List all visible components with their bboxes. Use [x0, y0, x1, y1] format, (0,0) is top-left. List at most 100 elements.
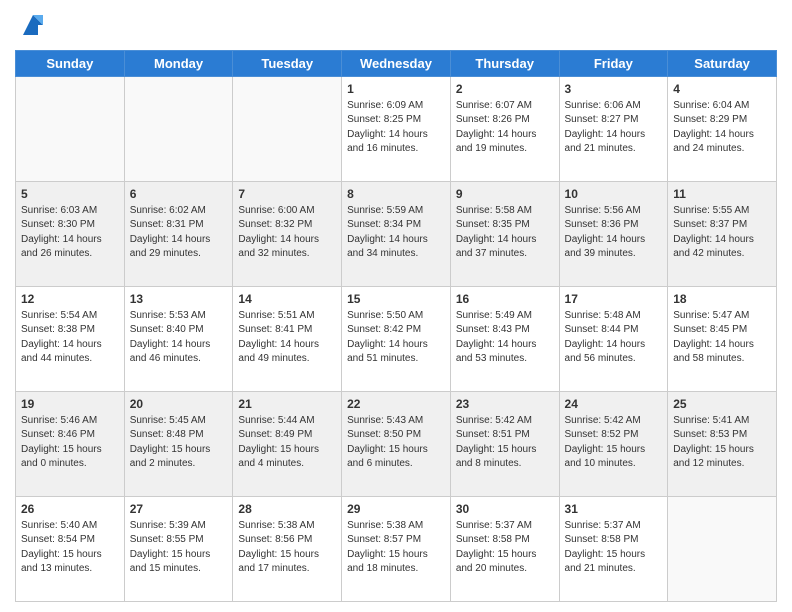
calendar-cell-14: 14Sunrise: 5:51 AM Sunset: 8:41 PM Dayli…	[233, 287, 342, 392]
day-number: 13	[130, 291, 228, 308]
calendar-cell-9: 9Sunrise: 5:58 AM Sunset: 8:35 PM Daylig…	[450, 182, 559, 287]
calendar-cell-empty	[233, 77, 342, 182]
calendar-cell-25: 25Sunrise: 5:41 AM Sunset: 8:53 PM Dayli…	[668, 392, 777, 497]
day-info: Sunrise: 5:55 AM Sunset: 8:37 PM Dayligh…	[673, 204, 771, 262]
calendar-cell-2: 2Sunrise: 6:07 AM Sunset: 8:26 PM Daylig…	[450, 77, 559, 182]
day-info: Sunrise: 6:06 AM Sunset: 8:27 PM Dayligh…	[565, 99, 663, 157]
day-info: Sunrise: 5:38 AM Sunset: 8:56 PM Dayligh…	[238, 519, 336, 577]
day-info: Sunrise: 6:02 AM Sunset: 8:31 PM Dayligh…	[130, 204, 228, 262]
day-number: 2	[456, 81, 554, 98]
day-info: Sunrise: 5:48 AM Sunset: 8:44 PM Dayligh…	[565, 309, 663, 367]
calendar-cell-22: 22Sunrise: 5:43 AM Sunset: 8:50 PM Dayli…	[342, 392, 451, 497]
weekday-header-monday: Monday	[124, 51, 233, 77]
calendar-table: SundayMondayTuesdayWednesdayThursdayFrid…	[15, 50, 777, 602]
day-info: Sunrise: 5:41 AM Sunset: 8:53 PM Dayligh…	[673, 414, 771, 472]
day-number: 27	[130, 501, 228, 518]
day-info: Sunrise: 6:03 AM Sunset: 8:30 PM Dayligh…	[21, 204, 119, 262]
calendar-cell-28: 28Sunrise: 5:38 AM Sunset: 8:56 PM Dayli…	[233, 497, 342, 602]
day-number: 20	[130, 396, 228, 413]
calendar-cell-1: 1Sunrise: 6:09 AM Sunset: 8:25 PM Daylig…	[342, 77, 451, 182]
calendar-cell-27: 27Sunrise: 5:39 AM Sunset: 8:55 PM Dayli…	[124, 497, 233, 602]
day-number: 7	[238, 186, 336, 203]
calendar-cell-11: 11Sunrise: 5:55 AM Sunset: 8:37 PM Dayli…	[668, 182, 777, 287]
day-info: Sunrise: 5:42 AM Sunset: 8:52 PM Dayligh…	[565, 414, 663, 472]
calendar-cell-6: 6Sunrise: 6:02 AM Sunset: 8:31 PM Daylig…	[124, 182, 233, 287]
day-info: Sunrise: 5:58 AM Sunset: 8:35 PM Dayligh…	[456, 204, 554, 262]
logo	[15, 10, 48, 44]
weekday-header-tuesday: Tuesday	[233, 51, 342, 77]
day-info: Sunrise: 5:37 AM Sunset: 8:58 PM Dayligh…	[565, 519, 663, 577]
day-number: 24	[565, 396, 663, 413]
calendar-cell-empty	[16, 77, 125, 182]
day-info: Sunrise: 5:37 AM Sunset: 8:58 PM Dayligh…	[456, 519, 554, 577]
calendar-cell-29: 29Sunrise: 5:38 AM Sunset: 8:57 PM Dayli…	[342, 497, 451, 602]
calendar-cell-31: 31Sunrise: 5:37 AM Sunset: 8:58 PM Dayli…	[559, 497, 668, 602]
day-number: 29	[347, 501, 445, 518]
calendar-cell-20: 20Sunrise: 5:45 AM Sunset: 8:48 PM Dayli…	[124, 392, 233, 497]
weekday-header-wednesday: Wednesday	[342, 51, 451, 77]
day-number: 17	[565, 291, 663, 308]
calendar-cell-4: 4Sunrise: 6:04 AM Sunset: 8:29 PM Daylig…	[668, 77, 777, 182]
day-info: Sunrise: 5:53 AM Sunset: 8:40 PM Dayligh…	[130, 309, 228, 367]
logo-icon	[18, 10, 48, 40]
calendar-cell-5: 5Sunrise: 6:03 AM Sunset: 8:30 PM Daylig…	[16, 182, 125, 287]
day-number: 8	[347, 186, 445, 203]
day-number: 4	[673, 81, 771, 98]
calendar-cell-13: 13Sunrise: 5:53 AM Sunset: 8:40 PM Dayli…	[124, 287, 233, 392]
calendar-cell-17: 17Sunrise: 5:48 AM Sunset: 8:44 PM Dayli…	[559, 287, 668, 392]
calendar-cell-7: 7Sunrise: 6:00 AM Sunset: 8:32 PM Daylig…	[233, 182, 342, 287]
weekday-header-friday: Friday	[559, 51, 668, 77]
day-number: 9	[456, 186, 554, 203]
calendar-cell-12: 12Sunrise: 5:54 AM Sunset: 8:38 PM Dayli…	[16, 287, 125, 392]
day-number: 23	[456, 396, 554, 413]
weekday-header-saturday: Saturday	[668, 51, 777, 77]
day-info: Sunrise: 5:49 AM Sunset: 8:43 PM Dayligh…	[456, 309, 554, 367]
day-number: 5	[21, 186, 119, 203]
day-info: Sunrise: 5:42 AM Sunset: 8:51 PM Dayligh…	[456, 414, 554, 472]
calendar-cell-15: 15Sunrise: 5:50 AM Sunset: 8:42 PM Dayli…	[342, 287, 451, 392]
day-number: 30	[456, 501, 554, 518]
day-number: 14	[238, 291, 336, 308]
day-info: Sunrise: 5:40 AM Sunset: 8:54 PM Dayligh…	[21, 519, 119, 577]
weekday-header-thursday: Thursday	[450, 51, 559, 77]
day-number: 6	[130, 186, 228, 203]
calendar-cell-30: 30Sunrise: 5:37 AM Sunset: 8:58 PM Dayli…	[450, 497, 559, 602]
day-number: 1	[347, 81, 445, 98]
day-number: 22	[347, 396, 445, 413]
header	[15, 10, 777, 44]
calendar-cell-24: 24Sunrise: 5:42 AM Sunset: 8:52 PM Dayli…	[559, 392, 668, 497]
day-number: 15	[347, 291, 445, 308]
day-number: 18	[673, 291, 771, 308]
weekday-header-sunday: Sunday	[16, 51, 125, 77]
day-number: 26	[21, 501, 119, 518]
day-info: Sunrise: 5:46 AM Sunset: 8:46 PM Dayligh…	[21, 414, 119, 472]
day-number: 16	[456, 291, 554, 308]
calendar-cell-21: 21Sunrise: 5:44 AM Sunset: 8:49 PM Dayli…	[233, 392, 342, 497]
day-info: Sunrise: 6:09 AM Sunset: 8:25 PM Dayligh…	[347, 99, 445, 157]
day-info: Sunrise: 5:51 AM Sunset: 8:41 PM Dayligh…	[238, 309, 336, 367]
calendar-cell-3: 3Sunrise: 6:06 AM Sunset: 8:27 PM Daylig…	[559, 77, 668, 182]
day-number: 10	[565, 186, 663, 203]
calendar-cell-23: 23Sunrise: 5:42 AM Sunset: 8:51 PM Dayli…	[450, 392, 559, 497]
day-info: Sunrise: 5:45 AM Sunset: 8:48 PM Dayligh…	[130, 414, 228, 472]
day-info: Sunrise: 5:38 AM Sunset: 8:57 PM Dayligh…	[347, 519, 445, 577]
day-number: 3	[565, 81, 663, 98]
day-number: 19	[21, 396, 119, 413]
day-number: 31	[565, 501, 663, 518]
day-info: Sunrise: 5:54 AM Sunset: 8:38 PM Dayligh…	[21, 309, 119, 367]
calendar-cell-18: 18Sunrise: 5:47 AM Sunset: 8:45 PM Dayli…	[668, 287, 777, 392]
day-info: Sunrise: 5:47 AM Sunset: 8:45 PM Dayligh…	[673, 309, 771, 367]
day-number: 11	[673, 186, 771, 203]
calendar-cell-empty	[124, 77, 233, 182]
day-info: Sunrise: 5:56 AM Sunset: 8:36 PM Dayligh…	[565, 204, 663, 262]
day-info: Sunrise: 5:50 AM Sunset: 8:42 PM Dayligh…	[347, 309, 445, 367]
day-info: Sunrise: 5:39 AM Sunset: 8:55 PM Dayligh…	[130, 519, 228, 577]
day-info: Sunrise: 5:43 AM Sunset: 8:50 PM Dayligh…	[347, 414, 445, 472]
day-info: Sunrise: 6:00 AM Sunset: 8:32 PM Dayligh…	[238, 204, 336, 262]
calendar-cell-10: 10Sunrise: 5:56 AM Sunset: 8:36 PM Dayli…	[559, 182, 668, 287]
day-info: Sunrise: 5:59 AM Sunset: 8:34 PM Dayligh…	[347, 204, 445, 262]
day-info: Sunrise: 6:04 AM Sunset: 8:29 PM Dayligh…	[673, 99, 771, 157]
calendar-cell-19: 19Sunrise: 5:46 AM Sunset: 8:46 PM Dayli…	[16, 392, 125, 497]
calendar-cell-8: 8Sunrise: 5:59 AM Sunset: 8:34 PM Daylig…	[342, 182, 451, 287]
calendar-cell-empty	[668, 497, 777, 602]
